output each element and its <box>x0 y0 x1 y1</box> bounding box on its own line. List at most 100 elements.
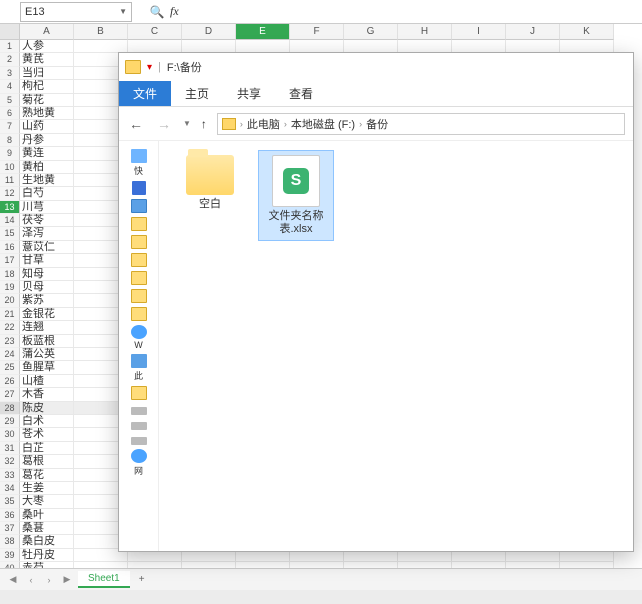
row-header[interactable]: 10 <box>0 161 20 174</box>
sidebar-item[interactable] <box>123 253 155 267</box>
file-explorer-window[interactable]: ▾ | F:\备份 文件 主页 共享 查看 ← → ▼ ↑ › 此电脑 › 本地… <box>118 52 634 552</box>
ribbon-tab-file[interactable]: 文件 <box>119 81 171 106</box>
sidebar-item[interactable]: W <box>123 325 155 350</box>
row-header[interactable]: 5 <box>0 94 20 107</box>
cell[interactable]: 生姜 <box>20 482 74 495</box>
row-header[interactable]: 1 <box>0 40 20 53</box>
column-header[interactable]: G <box>344 24 398 40</box>
cell[interactable]: 川芎 <box>20 201 74 214</box>
cell[interactable]: 葛花 <box>20 469 74 482</box>
sidebar-item[interactable] <box>123 289 155 303</box>
row-header[interactable]: 32 <box>0 455 20 468</box>
sidebar-item[interactable] <box>123 181 155 195</box>
row-header[interactable]: 27 <box>0 388 20 401</box>
column-header[interactable]: C <box>128 24 182 40</box>
row-header[interactable]: 30 <box>0 428 20 441</box>
name-box[interactable]: E13 ▼ <box>20 2 132 22</box>
nav-up-button[interactable]: ↑ <box>201 117 207 131</box>
row-header[interactable]: 6 <box>0 107 20 120</box>
cell[interactable]: 桑葚 <box>20 522 74 535</box>
row-header[interactable]: 19 <box>0 281 20 294</box>
cell[interactable]: 鱼腥草 <box>20 361 74 374</box>
cell[interactable]: 紫苏 <box>20 294 74 307</box>
explorer-content-pane[interactable]: 空白S文件夹名称表.xlsx <box>159 141 633 551</box>
breadcrumb-segment[interactable]: 备份 <box>366 116 388 132</box>
sidebar-item[interactable] <box>123 217 155 231</box>
column-header[interactable]: K <box>560 24 614 40</box>
cell[interactable]: 黄芪 <box>20 53 74 66</box>
sidebar-item[interactable]: 此 <box>123 354 155 382</box>
cell[interactable]: 枸杞 <box>20 80 74 93</box>
row-header[interactable]: 39 <box>0 549 20 562</box>
row-header[interactable]: 18 <box>0 268 20 281</box>
sidebar-item[interactable] <box>123 307 155 321</box>
cell[interactable]: 茯苓 <box>20 214 74 227</box>
row-header[interactable]: 7 <box>0 120 20 133</box>
folder-item[interactable]: 空白 <box>173 151 247 215</box>
cell[interactable]: 薏苡仁 <box>20 241 74 254</box>
row-header[interactable]: 26 <box>0 375 20 388</box>
nav-back-button[interactable]: ← <box>127 116 145 132</box>
column-header[interactable]: I <box>452 24 506 40</box>
sidebar-item[interactable] <box>123 199 155 213</box>
column-header[interactable]: H <box>398 24 452 40</box>
row-header[interactable]: 11 <box>0 174 20 187</box>
row-header[interactable]: 33 <box>0 469 20 482</box>
cell[interactable]: 木香 <box>20 388 74 401</box>
sidebar-item[interactable] <box>123 419 155 430</box>
sidebar-item[interactable] <box>123 434 155 445</box>
breadcrumb[interactable]: › 此电脑 › 本地磁盘 (F:) › 备份 <box>217 113 625 135</box>
row-header[interactable]: 35 <box>0 495 20 508</box>
add-sheet-button[interactable]: + <box>134 574 150 585</box>
tab-nav-next[interactable]: › <box>42 575 56 585</box>
row-header[interactable]: 17 <box>0 254 20 267</box>
column-header[interactable]: E <box>236 24 290 40</box>
sidebar-item[interactable] <box>123 404 155 415</box>
row-header[interactable]: 34 <box>0 482 20 495</box>
row-header[interactable]: 38 <box>0 535 20 548</box>
sheet-tab-active[interactable]: Sheet1 <box>78 571 130 588</box>
ribbon-tab-view[interactable]: 查看 <box>275 81 327 106</box>
select-all-corner[interactable] <box>0 24 20 40</box>
row-header[interactable]: 21 <box>0 308 20 321</box>
cell[interactable]: 人参 <box>20 40 74 53</box>
cell[interactable]: 山药 <box>20 120 74 133</box>
cell[interactable]: 陈皮 <box>20 402 74 415</box>
cell[interactable]: 山楂 <box>20 375 74 388</box>
cell[interactable]: 板蓝根 <box>20 335 74 348</box>
cell[interactable]: 菊花 <box>20 94 74 107</box>
formula-input[interactable] <box>185 2 368 22</box>
row-header[interactable]: 15 <box>0 227 20 240</box>
sidebar-item[interactable]: 快 <box>123 149 155 177</box>
column-header[interactable]: F <box>290 24 344 40</box>
row-header[interactable]: 9 <box>0 147 20 160</box>
ribbon-tab-share[interactable]: 共享 <box>223 81 275 106</box>
breadcrumb-segment[interactable]: 本地磁盘 (F:) <box>291 116 355 132</box>
cell[interactable]: 泽泻 <box>20 227 74 240</box>
cell[interactable]: 牡丹皮 <box>20 549 74 562</box>
cell[interactable]: 白芷 <box>20 442 74 455</box>
cell[interactable]: 黄连 <box>20 147 74 160</box>
breadcrumb-segment[interactable]: 此电脑 <box>247 116 280 132</box>
cell[interactable]: 苍术 <box>20 428 74 441</box>
explorer-sidebar[interactable]: 快 W此网 <box>119 141 159 551</box>
cell[interactable]: 大枣 <box>20 495 74 508</box>
tab-nav-first[interactable]: ◀ <box>6 574 20 585</box>
sidebar-item[interactable] <box>123 271 155 285</box>
row-header[interactable]: 16 <box>0 241 20 254</box>
sidebar-item[interactable]: 网 <box>123 449 155 477</box>
sidebar-item[interactable] <box>123 386 155 400</box>
pin-icon[interactable]: ▾ <box>147 62 152 73</box>
column-header[interactable]: D <box>182 24 236 40</box>
cell[interactable]: 贝母 <box>20 281 74 294</box>
cell[interactable]: 白术 <box>20 415 74 428</box>
cell[interactable]: 丹参 <box>20 134 74 147</box>
row-header[interactable]: 20 <box>0 294 20 307</box>
column-header[interactable]: J <box>506 24 560 40</box>
chevron-down-icon[interactable]: ▼ <box>183 119 191 128</box>
file-item[interactable]: S文件夹名称表.xlsx <box>259 151 333 240</box>
row-header[interactable]: 22 <box>0 321 20 334</box>
cell[interactable]: 熟地黄 <box>20 107 74 120</box>
row-header[interactable]: 13 <box>0 201 20 214</box>
row-header[interactable]: 28 <box>0 402 20 415</box>
